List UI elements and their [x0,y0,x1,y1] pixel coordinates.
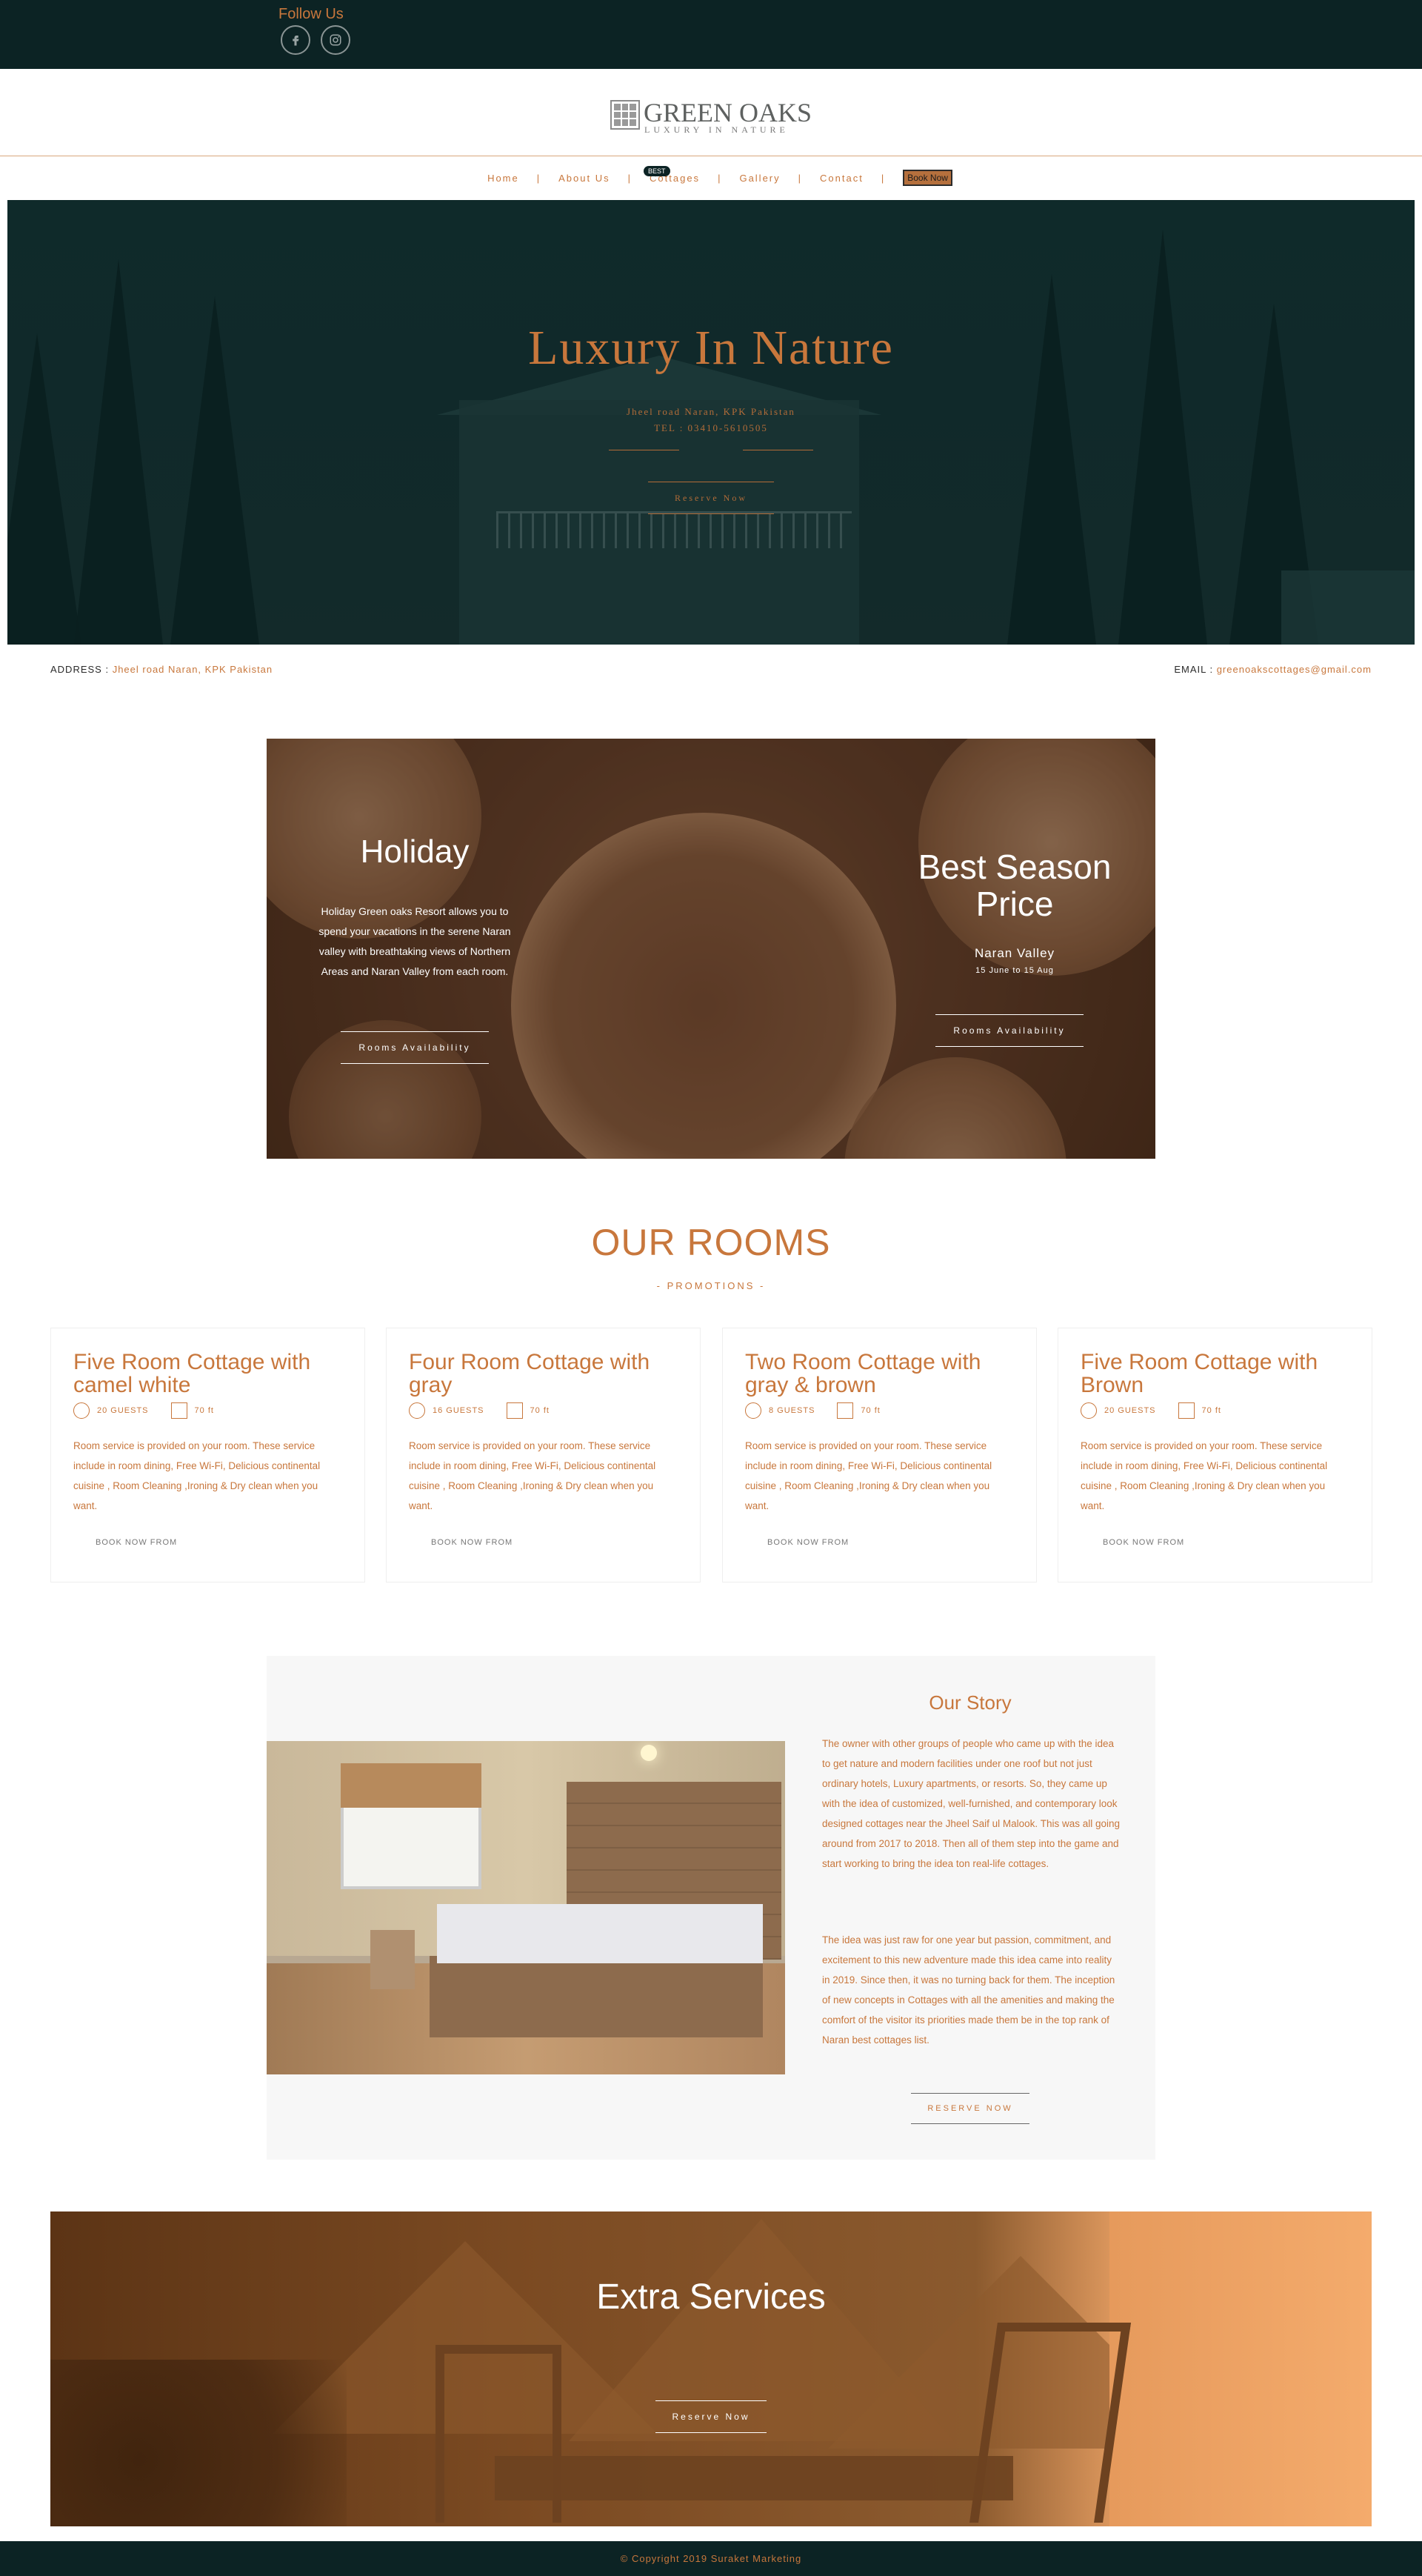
nav-item-gallery[interactable]: Gallery [721,173,798,184]
guests-icon [745,1402,761,1419]
hero-tel: TEL : 03410-5610505 [654,422,768,433]
room-description: Room service is provided on your room. T… [745,1440,992,1511]
nav-item-contact[interactable]: Contact [802,173,881,184]
rooms-heading: OUR ROOMS [591,1222,831,1263]
book-now-from-link[interactable]: BOOK NOW FROM [96,1538,177,1547]
size-icon [170,1402,187,1419]
facebook-icon[interactable] [281,25,310,55]
season-location: Naran Valley [974,946,1055,960]
book-now-from-link[interactable]: BOOK NOW FROM [767,1538,849,1547]
season-dates: 15 June to 15 Aug [975,966,1054,975]
room-meta: 8 GUESTS 70 ft [745,1402,881,1419]
room-size: 70 ft [861,1406,881,1415]
guests-count: 20 GUESTS [1104,1406,1156,1415]
guests-icon [409,1402,425,1419]
holiday-promo-banner: Holiday Holiday Green oaks Resort allows… [267,739,1155,1159]
guests-count: 8 GUESTS [769,1406,815,1415]
address-line: ADDRESS : Jheel road Naran, KPK Pakistan [50,664,273,675]
email-link[interactable]: greenoakscottages@gmail.com [1217,664,1372,675]
nav-item-home[interactable]: Home [470,173,537,184]
holiday-text: Holiday Green oaks Resort allows you to … [318,905,511,977]
room-title[interactable]: Four Room Cottage with gray [409,1351,683,1397]
room-meta: 16 GUESTS 70 ft [409,1402,550,1419]
house-railing [496,511,852,548]
guests-icon [1081,1402,1097,1419]
best-season-title: Best Season Price [918,848,1112,923]
book-now-from-link[interactable]: BOOK NOW FROM [1103,1538,1184,1547]
logo-subtitle: LUXURY IN NATURE [644,124,789,135]
our-story-section: Our Story The owner with other groups of… [267,1656,1155,2160]
logo-title[interactable]: GREEN OAKS [644,97,812,128]
room-description: Room service is provided on your room. T… [409,1440,656,1511]
story-title: Our Story [929,1691,1012,1714]
nav-separator: | [881,172,886,184]
copyright-text: © Copyright 2019 Suraket Marketing [620,2553,802,2564]
guests-count: 20 GUESTS [97,1406,149,1415]
size-icon [506,1402,523,1419]
nav-item-cottages[interactable]: BEST Cottages [632,165,718,184]
room-card[interactable]: Two Room Cottage with gray & brown 8 GUE… [722,1328,1037,1582]
room-title[interactable]: Two Room Cottage with gray & brown [745,1351,1019,1397]
email-line: EMAIL : greenoakscottages@gmail.com [1174,664,1372,675]
address-value: Jheel road Naran, KPK Pakistan [112,664,273,675]
bedroom-image [267,1741,785,2074]
room-title[interactable]: Five Room Cottage with camel white [73,1351,347,1397]
best-badge: BEST [644,165,670,176]
holiday-title: Holiday [360,833,470,870]
tree-silhouette [7,333,81,645]
room-size: 70 ft [194,1406,214,1415]
instagram-icon[interactable] [321,25,350,55]
rooms-subheading: - PROMOTIONS - [656,1280,766,1291]
guests-count: 16 GUESTS [433,1406,484,1415]
story-paragraph: The owner with other groups of people wh… [822,1738,1120,1869]
hero-title: Luxury In Nature [528,321,894,375]
extra-services-banner: Extra Services Reserve Now [50,2211,1372,2526]
reserve-now-button[interactable]: Reserve Now [655,2400,767,2433]
rooms-availability-button[interactable]: Rooms Availability [935,1014,1084,1047]
book-now-button[interactable]: Book Now [903,170,952,186]
nav-item-about[interactable]: About Us [541,173,627,184]
size-icon [1178,1402,1195,1419]
room-meta: 20 GUESTS 70 ft [73,1402,214,1419]
room-description: Room service is provided on your room. T… [73,1440,321,1511]
extra-services-title: Extra Services [596,2277,826,2317]
main-nav: Home | About Us | BEST Cottages | Galler… [0,165,1422,189]
room-card[interactable]: Five Room Cottage with Brown 20 GUESTS 7… [1058,1328,1372,1582]
footer: © Copyright 2019 Suraket Marketing [0,2541,1422,2576]
hero-banner: Luxury In Nature Jheel road Naran, KPK P… [7,200,1415,645]
reserve-now-button[interactable]: Reserve Now [648,482,774,514]
room-meta: 20 GUESTS 70 ft [1081,1402,1221,1419]
house-image [1281,570,1415,645]
hero-address: Jheel road Naran, KPK Pakistan [627,406,795,417]
address-label: ADDRESS : [50,664,110,675]
tree-silhouette [74,259,163,645]
room-card[interactable]: Four Room Cottage with gray 16 GUESTS 70… [386,1328,701,1582]
top-bar: Follow Us [0,0,1422,69]
logo-header: GREEN OAKS LUXURY IN NATURE [0,69,1422,156]
room-card[interactable]: Five Room Cottage with camel white 20 GU… [50,1328,365,1582]
room-title[interactable]: Five Room Cottage with Brown [1081,1351,1355,1397]
room-size: 70 ft [1201,1406,1221,1415]
book-now-from-link[interactable]: BOOK NOW FROM [431,1538,513,1547]
guests-icon [73,1402,90,1419]
size-icon [837,1402,854,1419]
email-label: EMAIL : [1174,664,1214,675]
room-description: Room service is provided on your room. T… [1081,1440,1328,1511]
logo-icon[interactable] [610,100,640,130]
follow-us-label: Follow Us [278,6,344,22]
reserve-now-button[interactable]: RESERVE NOW [911,2093,1029,2124]
table-image [495,2456,1013,2500]
room-size: 70 ft [530,1406,550,1415]
story-paragraph: The idea was just raw for one year but p… [822,1934,1115,2046]
rooms-availability-button[interactable]: Rooms Availability [341,1031,489,1064]
tree-silhouette [1118,230,1207,645]
